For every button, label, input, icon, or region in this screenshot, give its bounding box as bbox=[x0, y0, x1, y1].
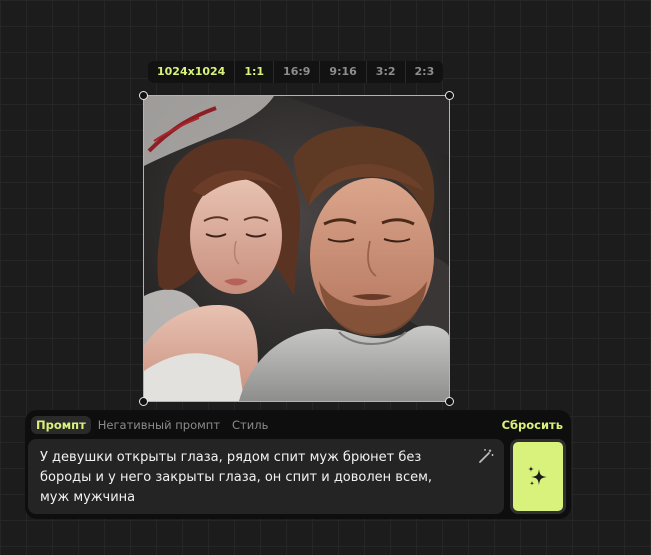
resize-handle-top-right[interactable] bbox=[445, 91, 454, 100]
tab-prompt[interactable]: Промпт bbox=[31, 416, 91, 434]
resize-handle-bottom-right[interactable] bbox=[445, 397, 454, 406]
prompt-text[interactable]: У девушки открыты глаза, рядом спит муж … bbox=[40, 448, 460, 508]
generated-image-frame[interactable] bbox=[139, 91, 454, 406]
ratio-option-1024x1024[interactable]: 1024x1024 bbox=[148, 61, 234, 83]
aspect-ratio-toolbar: 1024x1024 1:1 16:9 9:16 3:2 2:3 bbox=[148, 61, 444, 83]
tab-style[interactable]: Стиль bbox=[227, 416, 273, 434]
ratio-option-9-16[interactable]: 9:16 bbox=[319, 61, 365, 83]
ratio-option-16-9[interactable]: 16:9 bbox=[273, 61, 319, 83]
ratio-option-1-1[interactable]: 1:1 bbox=[234, 61, 273, 83]
generated-image bbox=[144, 96, 449, 401]
ratio-option-3-2[interactable]: 3:2 bbox=[365, 61, 405, 83]
prompt-panel: Промпт Негативный промпт Стиль Сбросить … bbox=[25, 410, 571, 519]
resize-handle-top-left[interactable] bbox=[139, 91, 148, 100]
resize-handle-bottom-left[interactable] bbox=[139, 397, 148, 406]
reset-button[interactable]: Сбросить bbox=[502, 418, 563, 432]
tab-negative-prompt[interactable]: Негативный промпт bbox=[93, 416, 225, 434]
magic-wand-icon[interactable] bbox=[478, 448, 494, 464]
ratio-option-2-3[interactable]: 2:3 bbox=[404, 61, 444, 83]
sparkles-icon bbox=[528, 465, 547, 485]
prompt-input[interactable]: У девушки открыты глаза, рядом спит муж … bbox=[28, 439, 504, 514]
generate-button[interactable] bbox=[510, 439, 566, 514]
prompt-tabs: Промпт Негативный промпт Стиль Сбросить bbox=[31, 415, 563, 435]
